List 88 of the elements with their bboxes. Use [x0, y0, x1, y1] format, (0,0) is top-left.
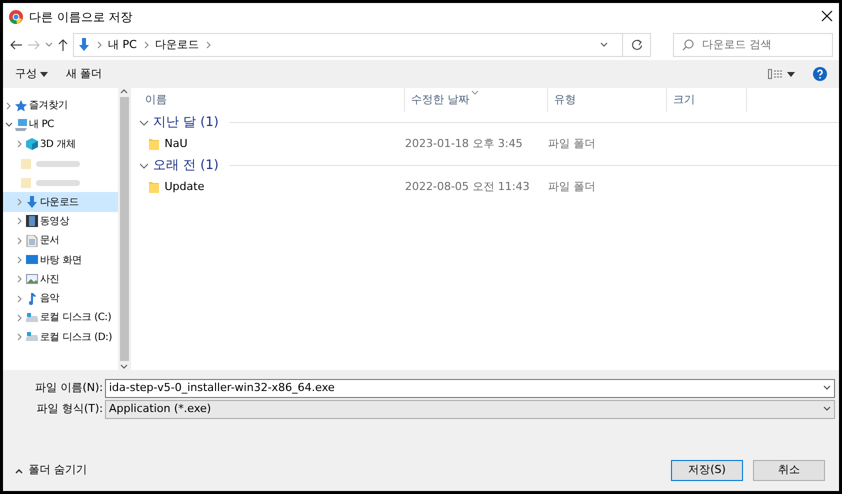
recent-dropdown-icon[interactable] — [45, 42, 53, 48]
tree-item[interactable]: 바탕 화면 — [3, 250, 118, 270]
drive-icon — [26, 312, 38, 324]
organize-menu[interactable]: 구성 — [15, 66, 48, 82]
window-title: 다른 이름으로 저장 — [29, 8, 134, 26]
tree-item[interactable]: 로컬 디스크 (D:) — [3, 328, 118, 347]
field-label: 파일 이름(N): — [34, 380, 104, 396]
group-chevron-icon[interactable] — [139, 118, 149, 126]
refresh-icon — [630, 39, 642, 51]
tree-item[interactable]: 사진 — [3, 270, 118, 289]
back-icon[interactable] — [9, 39, 23, 51]
chevron-icon — [96, 41, 102, 49]
up-icon[interactable] — [57, 38, 69, 52]
collapsed-chevron-icon[interactable] — [16, 140, 24, 148]
computer-icon — [15, 118, 27, 131]
expanded-chevron-icon[interactable] — [5, 120, 13, 129]
view-icon — [768, 69, 782, 79]
tree-item[interactable]: 동영상 — [3, 212, 118, 232]
file-type-dropdown[interactable]: Application (*.exe) — [105, 400, 835, 418]
dropdown-icon — [823, 385, 831, 391]
folder-icon — [149, 181, 159, 193]
group-chevron-icon[interactable] — [139, 162, 149, 170]
tree-item[interactable]: 로컬 디스크 (C:) — [3, 308, 118, 328]
view-menu[interactable] — [768, 69, 795, 79]
date-modified: 2022-08-05 오전 11:43 — [405, 180, 530, 193]
tree-item[interactable]: 3D 개체 — [3, 134, 118, 154]
column-header[interactable]: 수정한 날짜 — [405, 88, 548, 112]
collapsed-chevron-icon[interactable] — [16, 256, 24, 264]
sort-icon — [471, 90, 479, 95]
cancel-button[interactable]: 취소 — [753, 460, 825, 481]
file-name[interactable]: Update — [164, 178, 204, 196]
breadcrumb[interactable]: 내 PC — [108, 36, 137, 54]
film-icon — [26, 215, 38, 228]
scroll-up-icon[interactable] — [120, 88, 128, 94]
group-header[interactable]: 지난 달 (1) — [153, 112, 219, 132]
file-type: 파일 폴더 — [548, 136, 596, 150]
download-icon — [26, 196, 38, 208]
document-icon — [26, 234, 38, 247]
folder-icon — [149, 138, 159, 150]
search-field[interactable]: 다운로드 검색 — [673, 33, 833, 57]
desktop-icon — [26, 254, 38, 266]
dropdown-icon — [823, 406, 831, 412]
collapsed-chevron-icon[interactable] — [16, 333, 24, 342]
collapsed-chevron-icon[interactable] — [16, 236, 24, 245]
close-icon — [821, 10, 833, 22]
chevron-up-icon — [15, 468, 23, 474]
file-name-field[interactable]: ida-step-v5-0_installer-win32-x86_64.exe — [105, 378, 835, 398]
tree-item[interactable]: 내 PC — [3, 115, 118, 135]
app-logo-icon — [9, 10, 23, 24]
blurred-folder-icon — [21, 158, 81, 170]
cube-icon — [26, 138, 38, 150]
column-header[interactable]: 이름 — [139, 88, 405, 112]
search-icon — [682, 39, 694, 51]
dropdown-icon[interactable] — [600, 42, 608, 48]
field-label: 파일 형식(T): — [35, 400, 104, 417]
new-folder-button[interactable]: 새 폴더 — [66, 66, 102, 82]
star-icon — [15, 100, 27, 112]
collapsed-chevron-icon[interactable] — [16, 314, 24, 322]
collapsed-chevron-icon[interactable] — [16, 198, 24, 206]
column-header[interactable]: 크기 — [667, 88, 747, 112]
file-type: 파일 폴더 — [548, 180, 596, 193]
tree-item[interactable]: 다운로드 — [3, 192, 118, 212]
chevron-icon — [142, 41, 149, 49]
picture-frame-icon — [26, 273, 38, 286]
collapsed-chevron-icon[interactable] — [16, 275, 24, 284]
group-header[interactable]: 오래 전 (1) — [153, 156, 219, 176]
file-name[interactable]: NaU — [164, 136, 188, 152]
caret-icon — [787, 72, 795, 76]
chevron-icon — [204, 41, 211, 49]
tree-item[interactable]: 문서 — [3, 231, 118, 250]
drive-icon — [26, 331, 38, 344]
collapsed-chevron-icon[interactable] — [16, 217, 24, 226]
tree-item[interactable]: 음악 — [3, 288, 118, 308]
hide-folders-button[interactable]: 폴더 숨기기 — [9, 462, 671, 479]
date-modified: 2023-01-18 오후 3:45 — [405, 136, 523, 150]
scroll-down-icon[interactable] — [120, 364, 128, 370]
breadcrumb[interactable]: 다운로드 — [154, 36, 199, 54]
download-icon — [78, 38, 90, 52]
blurred-folder-icon — [21, 176, 81, 189]
collapsed-chevron-icon[interactable] — [16, 294, 24, 303]
music-note-icon — [26, 292, 38, 305]
help-icon[interactable] — [813, 67, 827, 81]
save-button[interactable]: 저장(S) — [671, 460, 743, 481]
collapsed-chevron-icon[interactable] — [5, 102, 13, 110]
column-header[interactable]: 유형 — [548, 88, 667, 112]
address-bar[interactable]: 내 PC 다운로드 — [73, 33, 651, 57]
tree-item[interactable]: 즐겨찾기 — [3, 96, 118, 116]
caret-icon — [40, 72, 48, 76]
